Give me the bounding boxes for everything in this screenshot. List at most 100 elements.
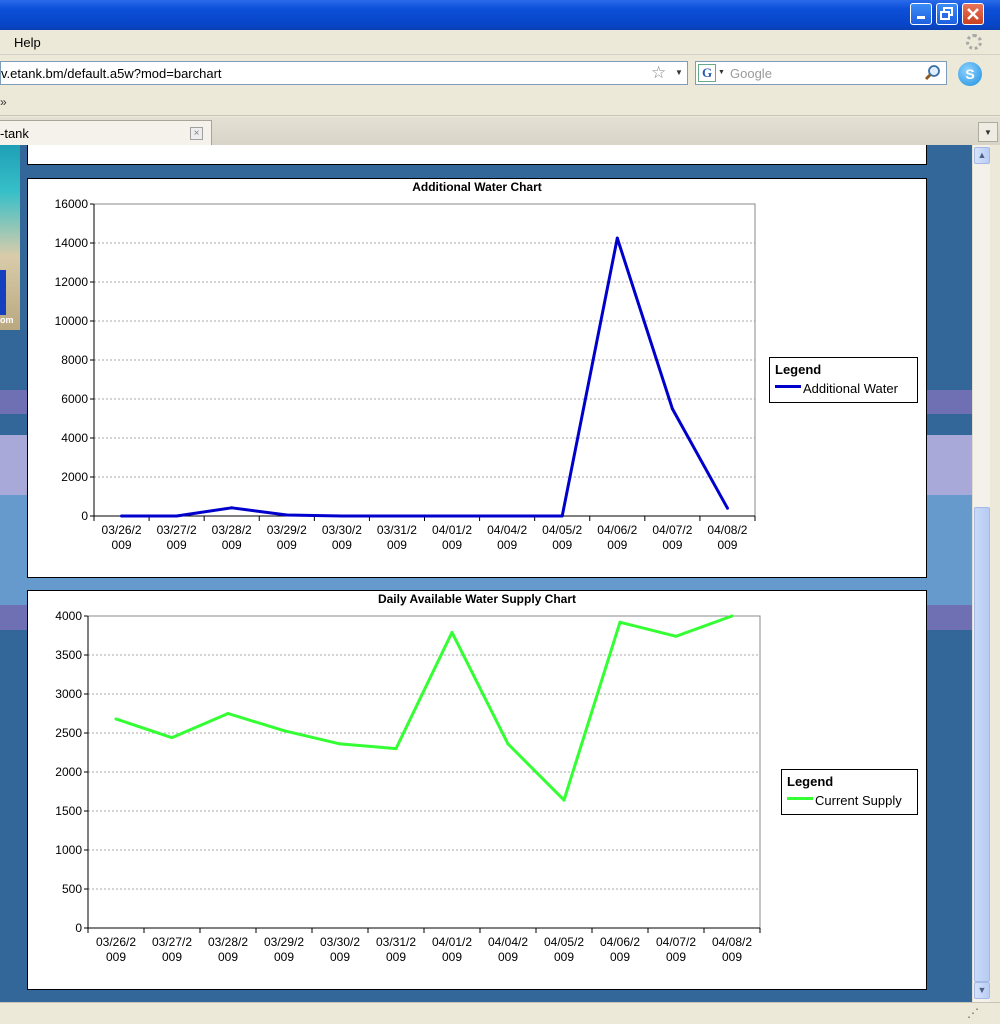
x-tick-label: 009 xyxy=(222,538,242,552)
search-input[interactable]: Google xyxy=(730,66,772,81)
window-titlebar xyxy=(0,0,1000,30)
legend-title: Legend xyxy=(787,774,834,789)
restore-icon[interactable] xyxy=(936,3,958,25)
data-point xyxy=(674,634,678,638)
data-point xyxy=(450,630,454,634)
data-point xyxy=(230,506,234,510)
address-bar[interactable]: v.etank.bm/default.a5w?mod=barchart ☆ ▼ xyxy=(0,61,688,85)
chart-title: Daily Available Water Supply Chart xyxy=(377,592,577,606)
y-tick-label: 2000 xyxy=(61,470,88,484)
data-point xyxy=(562,798,566,802)
x-tick-label: 03/28/2 xyxy=(208,935,248,949)
x-tick-label: 04/01/2 xyxy=(432,523,472,537)
y-tick-label: 8000 xyxy=(61,353,88,367)
photo-sign xyxy=(0,270,6,315)
close-icon[interactable] xyxy=(962,3,984,25)
x-tick-label: 04/07/2 xyxy=(652,523,692,537)
x-tick-label: 009 xyxy=(386,950,406,964)
x-tick-label: 03/26/2 xyxy=(102,523,142,537)
data-point xyxy=(170,736,174,740)
top-panel xyxy=(27,145,927,165)
data-point xyxy=(618,620,622,624)
x-tick-label: 04/05/2 xyxy=(542,523,582,537)
google-icon[interactable]: G xyxy=(698,64,716,82)
y-tick-label: 3000 xyxy=(55,687,82,701)
x-tick-label: 04/08/2 xyxy=(707,523,747,537)
tab-etank[interactable]: -tank × xyxy=(0,120,212,145)
magnifier-icon[interactable] xyxy=(924,64,942,85)
url-text[interactable]: v.etank.bm/default.a5w?mod=barchart xyxy=(1,66,222,81)
x-tick-label: 009 xyxy=(442,950,462,964)
bookmarks-toolbar: » xyxy=(0,92,1000,116)
y-tick-label: 4000 xyxy=(61,431,88,445)
vertical-scrollbar[interactable]: ▲ ▼ xyxy=(972,145,990,1002)
status-bar: ⋰ xyxy=(0,1002,1000,1024)
url-dropdown-icon[interactable]: ▼ xyxy=(675,68,683,77)
x-tick-label: 009 xyxy=(442,538,462,552)
bookmarks-chevron[interactable]: » xyxy=(0,95,7,109)
navigation-toolbar: v.etank.bm/default.a5w?mod=barchart ☆ ▼ … xyxy=(0,56,1000,92)
x-tick-label: 03/31/2 xyxy=(377,523,417,537)
x-tick-label: 009 xyxy=(498,950,518,964)
star-icon[interactable]: ☆ xyxy=(651,64,666,82)
x-tick-label: 009 xyxy=(332,538,352,552)
data-point xyxy=(394,747,398,751)
x-tick-label: 03/27/2 xyxy=(152,935,192,949)
data-point xyxy=(506,742,510,746)
minimize-icon[interactable] xyxy=(910,3,932,25)
x-tick-label: 009 xyxy=(274,950,294,964)
beach-photo: om xyxy=(0,145,20,330)
x-tick-label: 04/06/2 xyxy=(600,935,640,949)
x-tick-label: 04/01/2 xyxy=(432,935,472,949)
scroll-up-icon[interactable]: ▲ xyxy=(974,147,990,164)
daily-water-supply-chart-panel: Daily Available Water Supply Chart 0 500 1… xyxy=(27,590,927,990)
y-tick-label: 0 xyxy=(81,509,88,523)
resize-grip-icon[interactable]: ⋰ xyxy=(967,1006,979,1020)
x-tick-label: 009 xyxy=(167,538,187,552)
data-point xyxy=(285,513,289,517)
legend-title: Legend xyxy=(775,362,822,377)
chart-legend: Legend Current Supply xyxy=(781,769,918,815)
scrollbar-thumb[interactable] xyxy=(974,507,990,982)
x-tick-label: 009 xyxy=(552,538,572,552)
x-tick-label: 009 xyxy=(610,950,630,964)
series-line xyxy=(121,236,729,518)
data-point xyxy=(670,407,674,411)
search-box[interactable]: G ▼ Google xyxy=(695,61,947,85)
x-tick-label: 03/30/2 xyxy=(322,523,362,537)
legend-swatch xyxy=(787,797,813,800)
y-tick-label: 10000 xyxy=(55,314,89,328)
x-tick-label: 009 xyxy=(666,950,686,964)
x-tick-label: 03/31/2 xyxy=(376,935,416,949)
x-tick-label: 009 xyxy=(387,538,407,552)
throbber-icon xyxy=(966,34,982,50)
data-point xyxy=(120,514,124,518)
tab-close-icon[interactable]: × xyxy=(190,127,203,140)
y-tick-label: 2000 xyxy=(55,765,82,779)
photo-caption: om xyxy=(0,315,14,325)
x-tick-label: 03/26/2 xyxy=(96,935,136,949)
x-tick-label: 03/27/2 xyxy=(157,523,197,537)
x-tick-label: 04/06/2 xyxy=(597,523,637,537)
x-tick-label: 04/04/2 xyxy=(488,935,528,949)
chart-legend: Legend Additional Water xyxy=(769,357,918,403)
additional-water-chart-panel: Additional Water Chart 0 2000 4000 6000 8000… xyxy=(27,178,927,578)
tab-list-dropdown-icon[interactable]: ▼ xyxy=(978,122,998,142)
scroll-down-icon[interactable]: ▼ xyxy=(974,982,990,999)
skype-icon[interactable]: S xyxy=(958,62,982,86)
additional-water-chart: 0 2000 4000 6000 8000 10000 12000 14000 16000 03/… xyxy=(55,197,756,552)
x-tick-label: 009 xyxy=(162,950,182,964)
tab-bar: -tank × ▼ xyxy=(0,117,1000,145)
y-tick-label: 500 xyxy=(62,882,82,896)
x-tick-label: 009 xyxy=(607,538,627,552)
data-point xyxy=(226,712,230,715)
search-engine-dropdown-icon[interactable]: ▼ xyxy=(718,69,725,76)
data-point xyxy=(560,514,564,518)
y-tick-label: 14000 xyxy=(55,236,89,250)
legend-label: Additional Water xyxy=(803,381,898,396)
x-tick-label: 04/04/2 xyxy=(487,523,527,537)
x-tick-label: 04/08/2 xyxy=(712,935,752,949)
menu-help[interactable]: Help xyxy=(14,35,41,50)
page-content: om Additional Water Chart 0 2000 4000 6000 8… xyxy=(0,145,972,1002)
y-tick-label: 0 xyxy=(75,921,82,935)
